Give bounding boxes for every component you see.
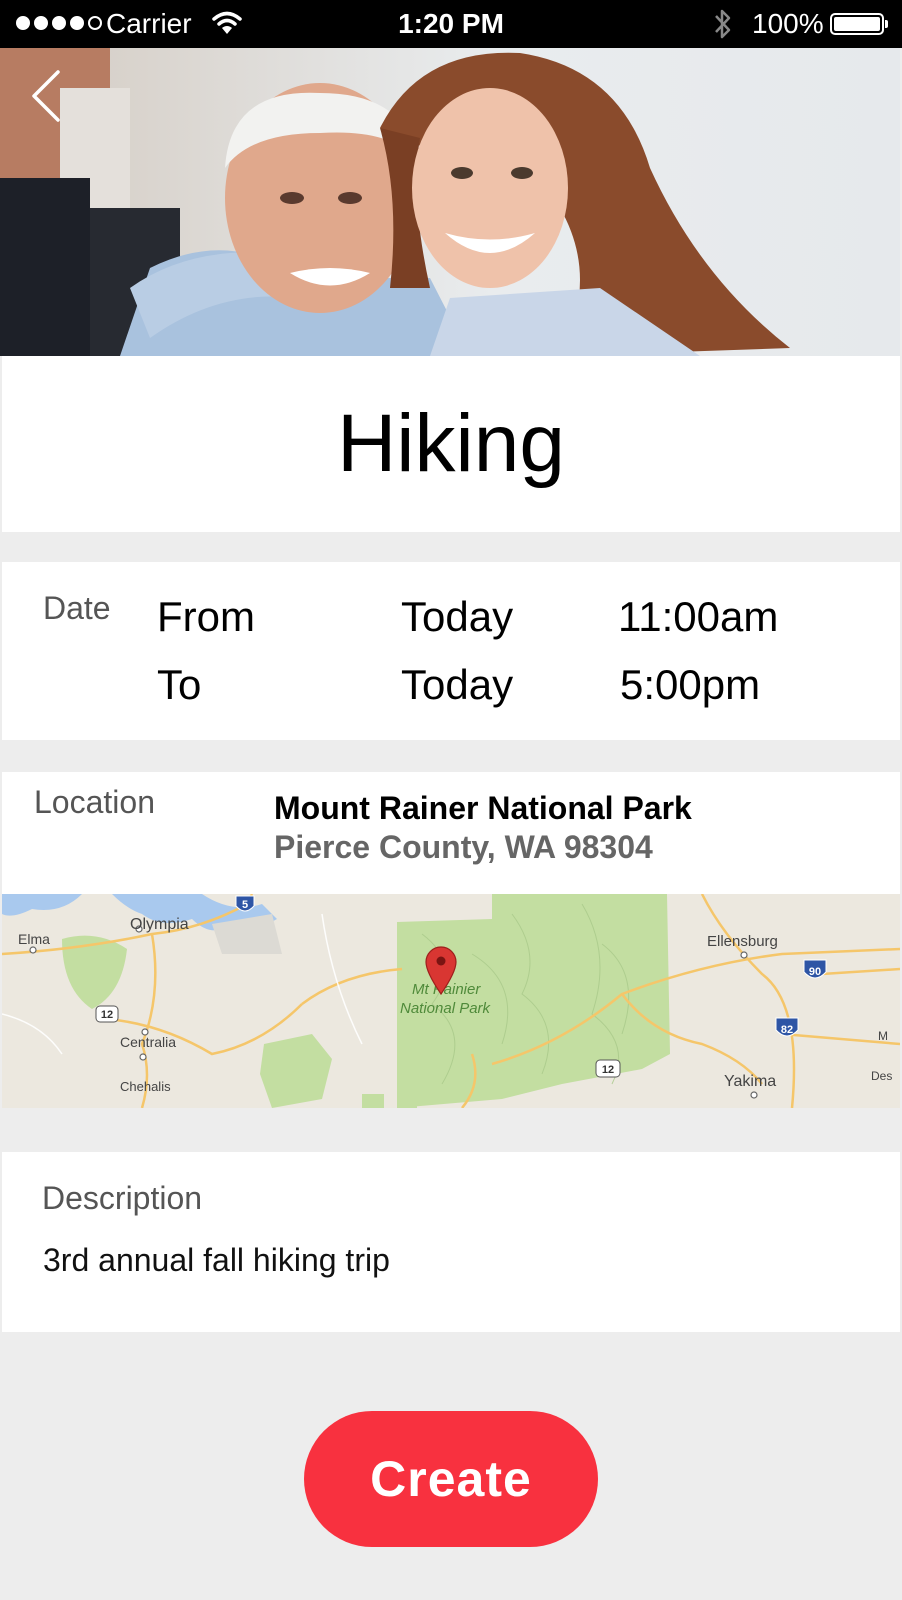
from-time-value[interactable]: 11:00am <box>618 592 778 642</box>
map-edge-label-des: Des <box>871 1069 892 1083</box>
create-button[interactable]: Create <box>304 1411 598 1547</box>
us-route-shield-icon: 12 <box>95 1005 119 1023</box>
description-section: Description 3rd annual fall hiking trip <box>2 1152 900 1332</box>
to-time-value[interactable]: 5:00pm <box>620 660 760 710</box>
svg-text:12: 12 <box>101 1009 113 1021</box>
map-label-centralia: Centralia <box>120 1034 176 1050</box>
to-label: To <box>157 661 202 708</box>
title-card: Hiking <box>2 356 900 532</box>
battery-icon <box>830 13 888 35</box>
map-edge-label-m: M <box>878 1029 888 1043</box>
map-label-elma: Elma <box>18 931 50 947</box>
date-label: Date <box>43 590 111 626</box>
back-button[interactable] <box>28 64 68 128</box>
status-bar: Carrier 1:20 PM 100% <box>0 0 902 48</box>
event-cover-photo <box>0 48 900 356</box>
map-label-yakima: Yakima <box>724 1073 776 1090</box>
bluetooth-icon <box>712 8 734 45</box>
interstate-shield-icon: 82 <box>775 1017 799 1037</box>
location-section: Location Mount Rainer National Park Pier… <box>2 772 900 894</box>
location-address: Pierce County, WA 98304 <box>274 829 653 865</box>
from-day-value[interactable]: Today <box>401 592 513 642</box>
us-route-shield-icon: 12 <box>595 1059 621 1078</box>
location-map[interactable]: Elma Olympia Centralia Chehalis Ellensbu… <box>2 894 900 1108</box>
chevron-left-icon <box>32 70 60 122</box>
interstate-shield-icon: 90 <box>803 959 827 979</box>
svg-text:12: 12 <box>602 1064 614 1076</box>
map-label-ellensburg: Ellensburg <box>707 933 778 950</box>
map-label-olympia: Olympia <box>130 916 189 933</box>
interstate-shield-icon: 5 <box>235 895 255 912</box>
battery-percentage: 100% <box>752 8 824 39</box>
event-title: Hiking <box>337 398 565 489</box>
svg-text:5: 5 <box>242 899 248 911</box>
date-section: Date From Today 11:00am To Today 5:00pm <box>2 562 900 740</box>
location-name[interactable]: Mount Rainer National Park <box>274 788 692 828</box>
description-text[interactable]: 3rd annual fall hiking trip <box>43 1240 390 1280</box>
svg-text:90: 90 <box>809 966 821 978</box>
location-label: Location <box>34 784 155 820</box>
map-park-label-line2: National Park <box>400 1000 492 1017</box>
from-label: From <box>157 593 255 640</box>
description-label: Description <box>42 1180 203 1216</box>
svg-text:82: 82 <box>781 1024 793 1036</box>
to-day-value[interactable]: Today <box>401 660 513 710</box>
map-label-chehalis: Chehalis <box>120 1079 171 1094</box>
